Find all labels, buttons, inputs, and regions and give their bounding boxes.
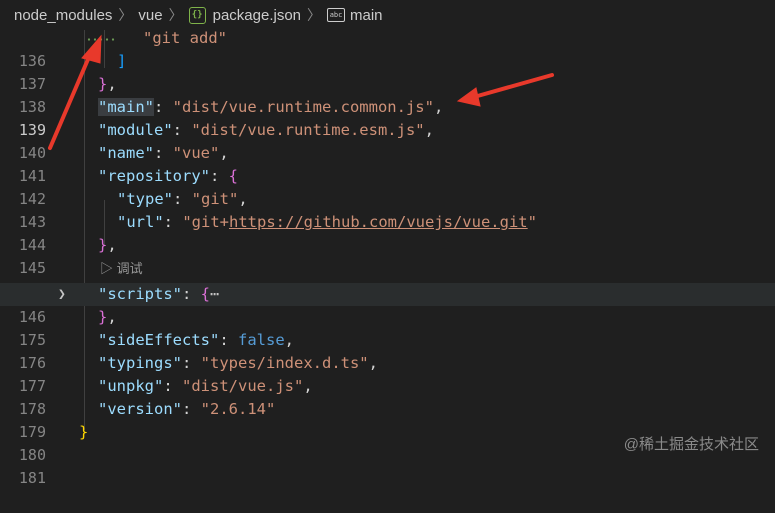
bracket-token: } <box>98 236 108 254</box>
string-token: "git add" <box>143 29 227 47</box>
key-token: "unpkg" <box>98 377 164 395</box>
string-token: "vue" <box>172 144 220 162</box>
code-line: 138 }, <box>0 73 775 116</box>
key-token: "name" <box>98 144 154 162</box>
string-token: "2.6.14" <box>200 400 276 418</box>
play-icon: ▷ <box>100 261 114 276</box>
code-line: 176 "sideEffects": false, <box>0 329 775 372</box>
bracket-token: } <box>79 423 89 441</box>
url-link[interactable]: https://github.com/vuejs/vue.git <box>229 213 528 231</box>
key-token: "type" <box>117 190 173 208</box>
codelens-debug[interactable]: ▷ 调试 <box>100 259 143 279</box>
breadcrumb-item-main[interactable]: main <box>350 7 383 24</box>
breadcrumb: node_modules 〉 vue 〉 {} package.json 〉 a… <box>0 0 775 30</box>
bracket-token: ] <box>117 52 127 70</box>
symbol-field-icon: abc <box>327 8 346 22</box>
bracket-token: { <box>228 167 238 185</box>
folded-ellipsis[interactable]: ⋯ <box>210 285 219 303</box>
breadcrumb-item-node-modules[interactable]: node_modules <box>14 7 112 24</box>
key-token: "typings" <box>98 354 182 372</box>
code-line: 142 "repository": { <box>0 165 775 208</box>
key-token: "main" <box>98 98 154 116</box>
code-line: 144 "url": "git+https://github.com/vuejs… <box>0 211 775 254</box>
breadcrumb-item-vue[interactable]: vue <box>138 7 162 24</box>
codelens-label: 调试 <box>116 261 143 276</box>
code-line: 141 "name": "vue", <box>0 142 775 185</box>
line-number: 181 <box>18 469 46 487</box>
code-line: 177 "typings": "types/index.d.ts", <box>0 352 775 395</box>
bracket-token: } <box>98 308 108 326</box>
string-token: "git+ <box>182 213 230 231</box>
string-token: "dist/vue.runtime.esm.js" <box>191 121 425 139</box>
line-number: 145 <box>18 259 46 277</box>
code-line: 145 }, <box>0 234 775 277</box>
code-line: 137 ] <box>0 50 775 93</box>
string-token: " <box>527 213 537 231</box>
watermark: @稀土掘金技术社区 <box>623 436 759 453</box>
bracket-token: } <box>98 75 108 93</box>
code-line: 136 "git add" <box>0 27 775 70</box>
string-token: "dist/vue.runtime.common.js" <box>172 98 434 116</box>
bracket-token: { <box>200 285 211 303</box>
breadcrumb-item-package-json[interactable]: package.json <box>213 7 301 24</box>
code-editor[interactable]: 136 "git add" 137 ] 138 }, 139 "main": "… <box>0 27 775 487</box>
code-line: 143 "type": "git", <box>0 188 775 231</box>
key-token: "scripts" <box>98 285 182 303</box>
chevron-right-icon: 〉 <box>118 7 133 23</box>
code-line: 179 "version": "2.6.14" <box>0 398 775 441</box>
key-token: "repository" <box>98 167 210 185</box>
chevron-right-icon[interactable]: ❯ <box>58 283 66 306</box>
boolean-token: false <box>238 331 285 349</box>
code-line-current: 146 ❯ "scripts": {⋯ <box>0 283 775 326</box>
code-line: 139 "main": "dist/vue.runtime.common.js"… <box>0 96 775 139</box>
code-line: 178 "unpkg": "dist/vue.js", <box>0 375 775 418</box>
string-token: "types/index.d.ts" <box>200 354 369 372</box>
chevron-right-icon: 〉 <box>168 7 183 23</box>
string-token: "dist/vue.js" <box>182 377 304 395</box>
code-line: 175 }, <box>0 306 775 349</box>
json-file-icon: {} <box>188 6 206 24</box>
chevron-right-icon: 〉 <box>307 7 322 23</box>
key-token: "sideEffects" <box>98 331 220 349</box>
string-token: "git" <box>191 190 239 208</box>
code-line: 140 "module": "dist/vue.runtime.esm.js", <box>0 119 775 162</box>
key-token: "url" <box>117 213 164 231</box>
key-token: "version" <box>98 400 182 418</box>
key-token: "module" <box>98 121 173 139</box>
